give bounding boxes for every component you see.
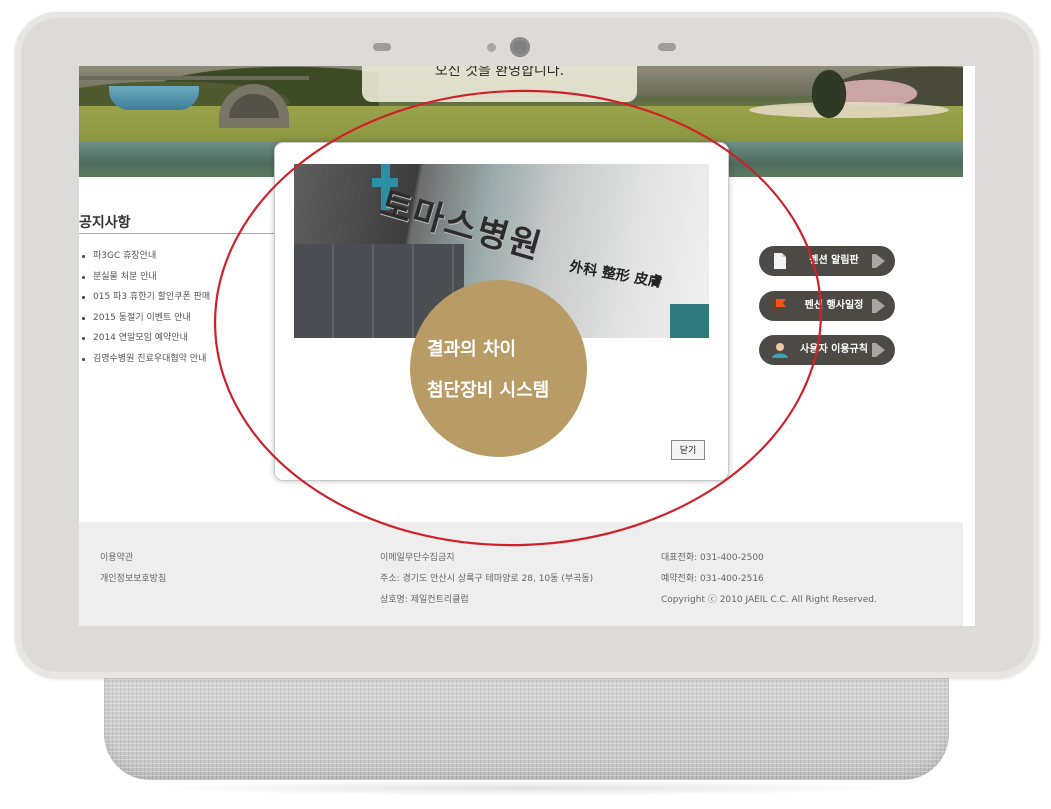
light-sensor — [487, 43, 496, 52]
quick-link-label: 펜션 알림판 — [809, 255, 859, 266]
welcome-text: 오신 것을 환영합니다. — [434, 66, 565, 79]
email-policy-link[interactable]: 이메일무단수집금지 — [380, 548, 593, 569]
mic-slot-left — [373, 43, 391, 51]
user-icon — [772, 343, 788, 358]
copyright: Copyright ⓒ 2010 JAEIL C.C. All Right Re… — [661, 595, 877, 605]
terms-link[interactable]: 이용약관 — [100, 548, 166, 569]
site-footer: 이용약관 개인정보보호방침 이메일무단수집금지 주소: 경기도 안산시 상록구 … — [79, 522, 963, 626]
footer-company-name: 상호명: 제일컨트리클럽 — [380, 595, 469, 605]
promo-circle: 결과의 차이 첨단장비 시스템 — [410, 280, 587, 457]
device-stand-shadow — [150, 780, 900, 796]
mic-slot-right — [658, 43, 676, 51]
main-phone: 대표전화: 031-400-2500 — [661, 553, 764, 563]
quick-link-user-rules[interactable]: 사용자 이용규칙 — [759, 335, 895, 365]
promo-popup: 토마스병원 外科 整形 皮膚 결과의 차이 첨단장비 시스템 닫기 — [274, 142, 729, 481]
notice-title: 공지사항 — [79, 215, 131, 231]
notice-item[interactable]: 분실물 처분 안내 — [79, 267, 210, 288]
notice-item[interactable]: 2014 연말모임 예약안내 — [79, 328, 210, 349]
camera-lens — [510, 37, 530, 57]
notice-item[interactable]: 015 파3 휴한기 할인쿠폰 판매 — [79, 287, 210, 308]
arrow-right-icon — [876, 299, 885, 313]
notice-divider — [79, 233, 274, 234]
notice-item[interactable]: 파3GC 휴장안내 — [79, 246, 210, 267]
close-button[interactable]: 닫기 — [671, 440, 705, 460]
device-fabric-stand — [104, 662, 949, 780]
footer-links: 이용약관 개인정보보호방침 — [100, 548, 166, 590]
promo-line-2: 첨단장비 시스템 — [427, 380, 550, 401]
footer-address: 이메일무단수집금지 주소: 경기도 안산시 상록구 테마양로 28, 10동 (… — [380, 548, 593, 611]
hospital-sign-sub: 外科 整形 皮膚 — [568, 258, 664, 292]
quick-link-label: 펜션 행사일정 — [804, 300, 864, 311]
quick-link-label: 사용자 이용규칙 — [800, 344, 868, 355]
arrow-right-icon — [876, 254, 885, 268]
footer-contact: 대표전화: 031-400-2500 예약전화: 031-400-2516 Co… — [661, 548, 877, 611]
promo-line-1: 결과의 차이 — [427, 339, 517, 360]
notice-item[interactable]: 김영수병원 진료우대협약 안내 — [79, 349, 210, 370]
reservation-phone: 예약전화: 031-400-2516 — [661, 574, 764, 584]
footer-address-text: 주소: 경기도 안산시 상록구 테마양로 28, 10동 (부곡동) — [380, 574, 594, 584]
privacy-policy-link[interactable]: 개인정보보호방침 — [100, 569, 166, 590]
flag-icon — [774, 298, 786, 314]
quick-link-event-schedule[interactable]: 펜션 행사일정 — [759, 291, 895, 321]
document-icon — [774, 253, 786, 269]
notice-item[interactable]: 2015 동절기 이벤트 안내 — [79, 308, 210, 329]
arrow-right-icon — [876, 343, 885, 357]
welcome-box: 오신 것을 환영합니다. — [362, 66, 637, 102]
notice-list: 파3GC 휴장안내 분실물 처분 안내 015 파3 휴한기 할인쿠폰 판매 2… — [79, 246, 210, 370]
device-screen: 오신 것을 환영합니다. 공지사항 파3GC 휴장안내 분실물 처분 안내 01… — [79, 66, 975, 626]
quick-link-notice-board[interactable]: 펜션 알림판 — [759, 246, 895, 276]
